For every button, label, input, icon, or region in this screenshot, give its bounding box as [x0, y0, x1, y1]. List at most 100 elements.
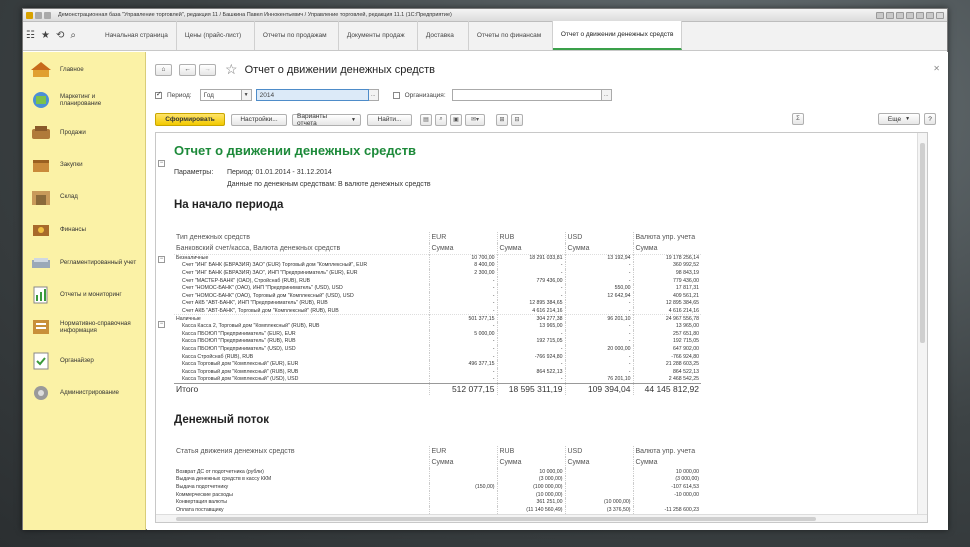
chevron-down-icon: ▼ [243, 92, 249, 98]
report-variants-button[interactable]: Варианты отчета ▼ [292, 113, 361, 127]
sidebar-item-accounting[interactable]: Регламентированный учет [31, 254, 136, 272]
sidebar-item-finance[interactable]: Финансы [31, 221, 86, 239]
organization-checkbox[interactable] [392, 91, 400, 99]
period-value-field[interactable]: 2014 [255, 89, 369, 101]
sidebar-item-label: Финансы [60, 226, 86, 234]
preview-icon[interactable]: ⌕ [435, 113, 447, 126]
table-cell: Сумма [496, 243, 565, 254]
table-cell: - [496, 360, 565, 368]
sidebar-item-marketing[interactable]: Маркетинг и планирование [31, 91, 130, 109]
sidebar-item-label: Склад [60, 193, 78, 201]
collapse-group-icon[interactable]: − [158, 321, 165, 328]
history-icon[interactable]: ⟲ [56, 30, 64, 41]
table-cell: Счет АКБ "АВТ-БАНК", Торговый дом "Компл… [182, 307, 339, 314]
sidebar-item-sales[interactable]: Продажи [31, 124, 86, 142]
collapse-group-icon[interactable]: − [158, 256, 165, 263]
grid-menu-icon[interactable]: ☷ [26, 30, 35, 41]
main-content: ⌂ ← → ☆ Отчет о движении денежных средст… [147, 52, 948, 530]
expand-icon[interactable]: ⊞ [496, 113, 508, 126]
table-cell: 496 377,15 [428, 360, 497, 368]
more-button[interactable]: Еще ▼ [878, 113, 920, 125]
tab-cash-flow-report[interactable]: Отчет о движении денежных средств [552, 21, 683, 50]
minimize-icon[interactable] [916, 11, 924, 19]
favorite-star-icon[interactable]: ☆ [225, 61, 238, 78]
calculator-icon[interactable] [906, 11, 914, 19]
table-cell: - [496, 329, 565, 338]
table-cell: 17 817,31 [632, 284, 701, 292]
save-icon[interactable] [876, 11, 884, 19]
forward-button[interactable]: → [199, 63, 216, 76]
tab-price-list[interactable]: Цены (прайс-лист) [177, 21, 255, 50]
calendar-icon[interactable] [896, 11, 904, 19]
back-button[interactable]: ← [179, 63, 196, 76]
ellipsis-icon: … [603, 92, 609, 98]
tab-sales-reports[interactable]: Отчеты по продажам [255, 21, 339, 50]
table-cell: - [428, 352, 497, 361]
table-cell: -107 614,53 [632, 483, 701, 491]
period-checkbox[interactable] [155, 90, 162, 99]
table-row: Оплата поставщику (11 140 560,49) (3 376,5… [174, 505, 701, 514]
sidebar-item-warehouse[interactable]: Склад [31, 188, 78, 206]
email-icon[interactable]: ✉▾ [465, 113, 485, 126]
settings-button[interactable]: Настройки... [231, 113, 287, 126]
table-row: Выдача подотчетнику (150,00) (100 000,00) -… [174, 483, 701, 491]
tab-finance-reports[interactable]: Отчеты по финансам [469, 21, 553, 50]
table-cell: 8 400,00 [428, 261, 497, 270]
search-icon[interactable]: ⌕ [70, 30, 76, 41]
maximize-icon[interactable] [926, 11, 934, 19]
help-button[interactable]: ? [924, 113, 936, 125]
tab-home[interactable]: Начальная страница [97, 21, 177, 50]
table-cell [174, 457, 429, 468]
sidebar-item-organizer[interactable]: Органайзер [31, 352, 94, 370]
table-cell: - [564, 367, 633, 376]
organization-field[interactable] [451, 89, 602, 101]
period-type-dropdown[interactable]: ▼ [241, 89, 252, 101]
forward-icon[interactable] [44, 11, 51, 19]
sidebar-item-purchases[interactable]: Закупки [31, 156, 83, 174]
sidebar-item-admin[interactable]: Администрирование [31, 384, 119, 402]
table-row: Касса ПБОЮЛ "Предприниматель" (USD), USD… [174, 345, 701, 353]
generate-button[interactable]: Сформировать [155, 113, 225, 126]
scrollbar-thumb[interactable] [176, 517, 816, 521]
table-cell: USD [564, 232, 633, 243]
organization-select-button[interactable]: … [601, 89, 612, 101]
sidebar-item-label: Регламентированный учет [60, 259, 137, 267]
table-cell: 24 967 556,78 [632, 314, 701, 323]
back-icon[interactable] [35, 11, 42, 19]
print-icon[interactable] [886, 11, 894, 19]
tab-delivery[interactable]: Доставка [418, 21, 469, 50]
table-cell: -10 000,00 [632, 490, 701, 499]
vertical-scrollbar[interactable] [917, 133, 927, 522]
sidebar-item-main[interactable]: Главное [31, 61, 84, 79]
home-button[interactable]: ⌂ [155, 63, 172, 76]
table-cell: Безналичные [174, 253, 429, 262]
table-cell: Валюта упр. учета [632, 232, 701, 243]
table-cell: - [496, 261, 565, 270]
table-cell: -766 924,80 [632, 352, 701, 361]
print-icon[interactable]: ▤ [420, 113, 432, 126]
collapse-icon[interactable]: ⊟ [511, 113, 523, 126]
period-select-button[interactable]: … [368, 89, 379, 101]
period-type-field[interactable]: Год [199, 89, 242, 101]
table-cell: 13 965,00 [496, 322, 565, 330]
table-cell: - [428, 291, 497, 300]
table-cell: - [564, 337, 633, 346]
sidebar-item-reports[interactable]: Отчеты и мониторинг [31, 286, 122, 304]
table-cell: Сумма [428, 243, 497, 254]
favorites-icon[interactable]: ★ [41, 30, 50, 41]
table-cell: 12 895 384,65 [496, 299, 565, 308]
report-area[interactable]: − Отчет о движении денежных средств Пара… [155, 132, 928, 523]
find-button[interactable]: Найти... [367, 113, 412, 126]
table-cell: - [496, 284, 565, 292]
close-icon[interactable] [936, 11, 944, 19]
tab-sales-documents[interactable]: Документы продаж [339, 21, 418, 50]
table-cell: - [428, 322, 497, 330]
table-cell: Касса Торговый дом "Комплексный" (RUB), … [182, 368, 299, 375]
scrollbar-thumb[interactable] [920, 143, 925, 343]
close-form-icon[interactable]: ✕ [933, 64, 940, 73]
sum-icon[interactable]: Σ [792, 113, 804, 125]
horizontal-scrollbar[interactable] [156, 514, 927, 522]
sidebar-item-reference[interactable]: Нормативно-справочная информация [31, 318, 138, 336]
save-icon[interactable]: ▣ [450, 113, 462, 126]
collapse-group-icon[interactable]: − [158, 160, 165, 167]
